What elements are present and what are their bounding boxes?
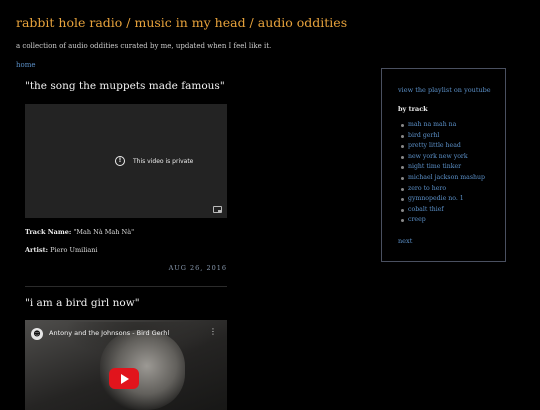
- track-list-item[interactable]: cobalt thief: [401, 206, 485, 217]
- artist-label: Artist:: [25, 246, 49, 254]
- private-video-text: This video is private: [133, 157, 194, 165]
- video-embed[interactable]: ☻ Antony and the Johnsons - Bird Gerhl ⋮: [25, 320, 227, 410]
- site-description: a collection of audio oddities curated b…: [16, 42, 272, 50]
- track-list-item[interactable]: gymnopedie no. 1: [401, 195, 485, 206]
- sidebar-widget: view the playlist on youtube by track ma…: [381, 68, 506, 262]
- post-title[interactable]: "the song the muppets made famous": [25, 80, 225, 92]
- track-list-item[interactable]: zero to hero: [401, 185, 485, 196]
- youtube-logo-icon[interactable]: [213, 206, 222, 213]
- private-video-notice: ! This video is private: [115, 156, 193, 166]
- post-title[interactable]: "i am a bird girl now": [25, 297, 140, 309]
- playlist-link[interactable]: view the playlist on youtube: [398, 86, 491, 94]
- post-divider: [25, 286, 227, 287]
- track-name-value: "Mah Nà Mah Nà": [73, 228, 135, 236]
- artist-value: Piero Umiliani: [50, 246, 98, 254]
- site-title[interactable]: rabbit hole radio / music in my head / a…: [16, 15, 347, 30]
- youtube-play-button[interactable]: [109, 368, 139, 389]
- track-list-item[interactable]: pretty little head: [401, 142, 485, 153]
- artist-line: Artist: Piero Umiliani: [25, 246, 98, 254]
- info-icon: !: [115, 156, 125, 166]
- next-link[interactable]: next: [398, 237, 412, 245]
- sidebar-heading: by track: [398, 105, 428, 113]
- track-list-item[interactable]: new york new york: [401, 153, 485, 164]
- post-date[interactable]: AUG 26, 2016: [150, 264, 227, 272]
- more-options-icon[interactable]: ⋮: [209, 328, 217, 336]
- track-list-item[interactable]: bird gerhl: [401, 132, 485, 143]
- track-name-label: Track Name:: [25, 228, 72, 236]
- video-embed-private[interactable]: ! This video is private: [25, 104, 227, 218]
- track-list: mah na mah na bird gerhl pretty little h…: [401, 121, 485, 227]
- track-list-item[interactable]: night time tinker: [401, 163, 485, 174]
- track-list-item[interactable]: michael jackson mashup: [401, 174, 485, 185]
- channel-avatar-icon[interactable]: ☻: [31, 328, 43, 340]
- track-list-item[interactable]: creep: [401, 216, 485, 227]
- video-title[interactable]: Antony and the Johnsons - Bird Gerhl: [49, 329, 169, 337]
- home-link[interactable]: home: [16, 61, 36, 69]
- track-name-line: Track Name: "Mah Nà Mah Nà": [25, 228, 134, 236]
- track-list-item[interactable]: mah na mah na: [401, 121, 485, 132]
